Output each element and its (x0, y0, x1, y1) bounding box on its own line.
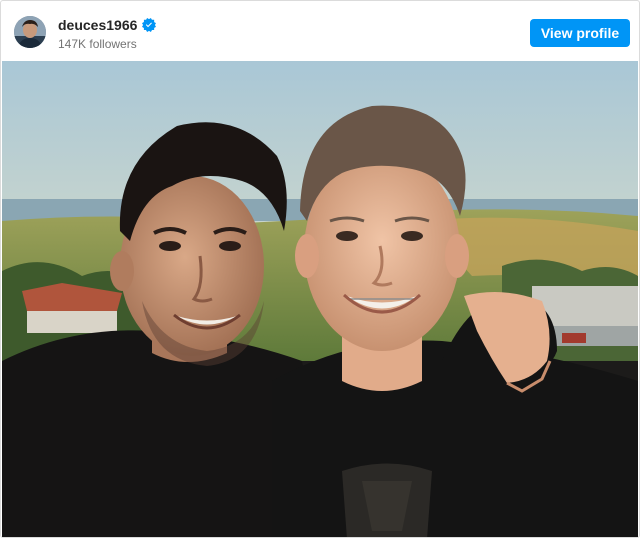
username-row: deuces1966 (58, 16, 157, 34)
username[interactable]: deuces1966 (58, 16, 137, 34)
avatar[interactable] (14, 16, 46, 48)
view-profile-button[interactable]: View profile (530, 19, 630, 47)
user-block: deuces1966 147K followers (58, 16, 157, 52)
instagram-embed-card: deuces1966 147K followers View profile (0, 0, 640, 538)
followers-count: 147K followers (58, 37, 137, 51)
post-header: deuces1966 147K followers View profile (1, 1, 639, 61)
post-photo[interactable] (2, 61, 638, 537)
verified-badge-icon (142, 18, 157, 32)
post-photo-image (2, 61, 638, 537)
